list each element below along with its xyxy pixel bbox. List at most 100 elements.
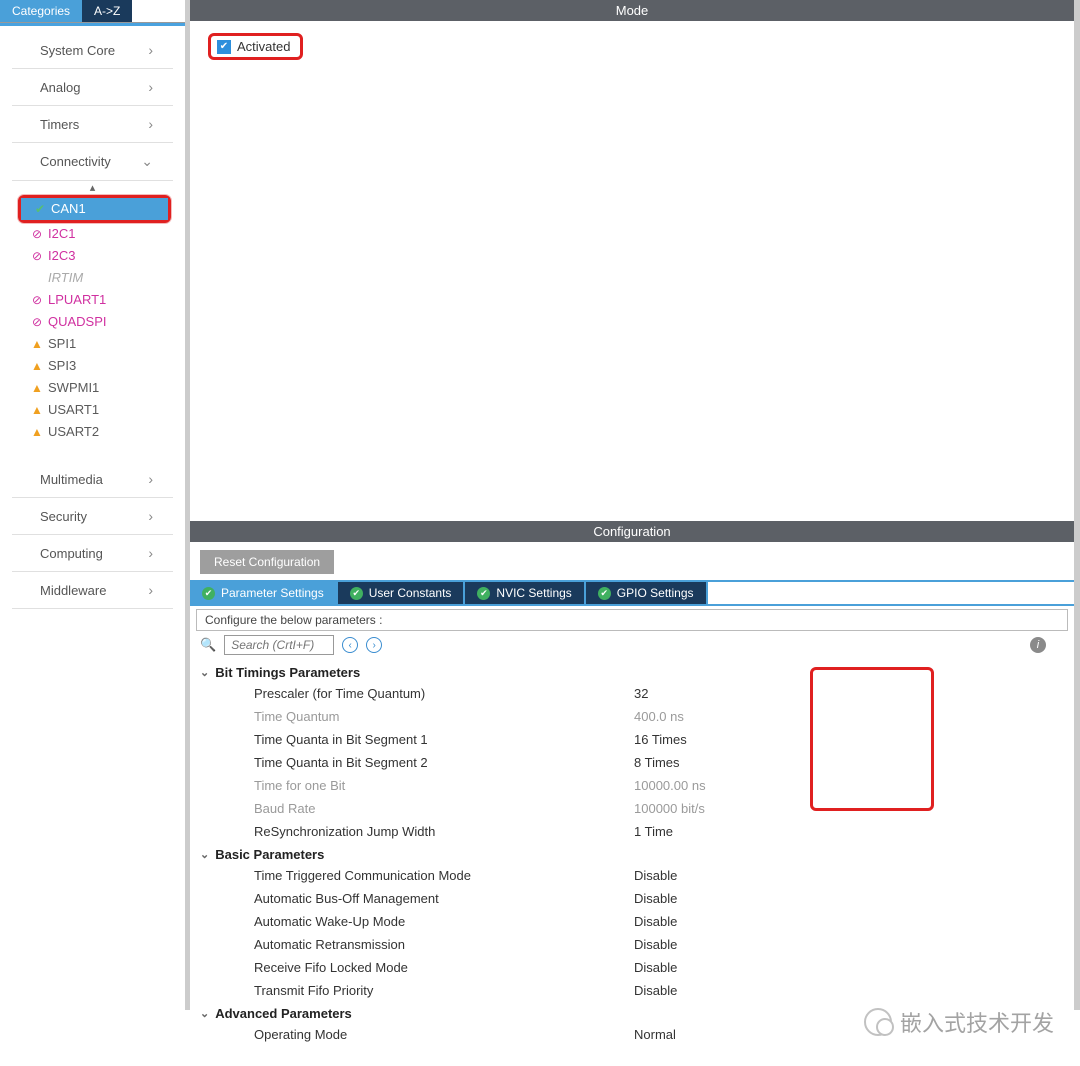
warning-icon: ▲	[30, 379, 44, 397]
param-tqbs2[interactable]: Time Quanta in Bit Segment 2 8 Times	[200, 751, 1064, 774]
warning-icon: ▲	[30, 357, 44, 375]
main-panel: Mode ✔ Activated Configuration Reset Con…	[190, 0, 1074, 1010]
group-title: Basic Parameters	[215, 847, 324, 862]
peripheral-label: SPI3	[48, 357, 76, 375]
peripheral-i2c3[interactable]: ⊘ I2C3	[0, 245, 185, 267]
tab-label: GPIO Settings	[617, 586, 694, 600]
param-prescaler[interactable]: Prescaler (for Time Quantum) 32	[200, 682, 1064, 705]
param-label: Time Quanta in Bit Segment 2	[254, 753, 634, 772]
peripheral-label: USART1	[48, 401, 99, 419]
tab-user-constants[interactable]: ✔ User Constants	[338, 582, 466, 604]
peripheral-lpuart1[interactable]: ⊘ LPUART1	[0, 289, 185, 311]
expand-icon: ⌄	[200, 666, 209, 679]
param-resync[interactable]: ReSynchronization Jump Width 1 Time	[200, 820, 1064, 843]
group-basic[interactable]: ⌄ Basic Parameters	[200, 843, 1064, 864]
forbid-icon: ⊘	[30, 313, 44, 331]
param-label: ReSynchronization Jump Width	[254, 822, 634, 841]
peripheral-label: CAN1	[51, 200, 86, 218]
param-value: Disable	[634, 958, 1064, 977]
check-dot-icon: ✔	[350, 587, 363, 600]
peripheral-irtim[interactable]: IRTIM	[0, 267, 185, 289]
search-icon: 🔍	[200, 637, 216, 653]
search-input[interactable]	[224, 635, 334, 655]
tab-nvic-settings[interactable]: ✔ NVIC Settings	[465, 582, 585, 604]
cat-computing[interactable]: Computing ›	[12, 535, 173, 572]
cat-label: Security	[40, 509, 87, 524]
param-txfp[interactable]: Transmit Fifo Priority Disable	[200, 979, 1064, 1002]
param-label: Time Triggered Communication Mode	[254, 866, 634, 885]
cat-label: Analog	[40, 80, 80, 95]
chevron-right-icon: ›	[148, 545, 153, 561]
peripheral-usart1[interactable]: ▲ USART1	[0, 399, 185, 421]
cat-label: Middleware	[40, 583, 106, 598]
check-dot-icon: ✔	[202, 587, 215, 600]
mode-body: ✔ Activated	[190, 21, 1074, 521]
param-ttcm[interactable]: Time Triggered Communication Mode Disabl…	[200, 864, 1064, 887]
param-value: 32	[634, 684, 1064, 703]
param-value: Normal	[634, 1025, 1064, 1044]
param-label: Prescaler (for Time Quantum)	[254, 684, 634, 703]
chevron-right-icon: ›	[148, 79, 153, 95]
peripheral-spi3[interactable]: ▲ SPI3	[0, 355, 185, 377]
category-list: System Core › Analog › Timers › Connecti…	[0, 26, 185, 609]
cat-middleware[interactable]: Middleware ›	[12, 572, 173, 609]
peripheral-label: USART2	[48, 423, 99, 441]
cat-analog[interactable]: Analog ›	[12, 69, 173, 106]
info-icon[interactable]: i	[1030, 637, 1046, 653]
param-opmode[interactable]: Operating Mode Normal	[200, 1023, 1064, 1046]
peripheral-spi1[interactable]: ▲ SPI1	[0, 333, 185, 355]
highlight-box: ✔ CAN1	[18, 195, 171, 223]
peripheral-usart2[interactable]: ▲ USART2	[0, 421, 185, 443]
param-label: Time Quantum	[254, 707, 634, 726]
param-label: Automatic Retransmission	[254, 935, 634, 954]
cat-multimedia[interactable]: Multimedia ›	[12, 461, 173, 498]
param-rflm[interactable]: Receive Fifo Locked Mode Disable	[200, 956, 1064, 979]
peripheral-label: SPI1	[48, 335, 76, 353]
param-time-quantum: Time Quantum 400.0 ns	[200, 705, 1064, 728]
cat-security[interactable]: Security ›	[12, 498, 173, 535]
peripheral-i2c1[interactable]: ⊘ I2C1	[0, 223, 185, 245]
tab-a-to-z[interactable]: A->Z	[82, 0, 132, 22]
param-label: Operating Mode	[254, 1025, 634, 1044]
param-label: Automatic Wake-Up Mode	[254, 912, 634, 931]
param-value: Disable	[634, 981, 1064, 1000]
group-advanced[interactable]: ⌄ Advanced Parameters	[200, 1002, 1064, 1023]
warning-icon: ▲	[30, 401, 44, 419]
right-scroll-strip[interactable]	[1074, 0, 1080, 1010]
param-label: Automatic Bus-Off Management	[254, 889, 634, 908]
group-bit-timings[interactable]: ⌄ Bit Timings Parameters	[200, 661, 1064, 682]
config-area: Reset Configuration ✔ Parameter Settings…	[190, 542, 1074, 1010]
chevron-right-icon: ›	[148, 508, 153, 524]
peripheral-label: IRTIM	[48, 269, 83, 287]
activated-checkbox[interactable]: ✔	[217, 40, 231, 54]
tab-parameter-settings[interactable]: ✔ Parameter Settings	[190, 582, 338, 604]
chevron-down-icon: ⌄	[141, 153, 153, 170]
scroll-up-icon[interactable]: ▴	[0, 183, 185, 193]
chevron-right-icon: ›	[148, 471, 153, 487]
next-match-button[interactable]: ›	[366, 637, 382, 653]
cat-system-core[interactable]: System Core ›	[12, 32, 173, 69]
cat-connectivity[interactable]: Connectivity ⌄	[12, 143, 173, 181]
param-value: 100000 bit/s	[634, 799, 1064, 818]
param-art[interactable]: Automatic Retransmission Disable	[200, 933, 1064, 956]
param-abom[interactable]: Automatic Bus-Off Management Disable	[200, 887, 1064, 910]
prev-match-button[interactable]: ‹	[342, 637, 358, 653]
tab-label: NVIC Settings	[496, 586, 571, 600]
reset-configuration-button[interactable]: Reset Configuration	[200, 550, 334, 574]
peripheral-swpmi1[interactable]: ▲ SWPMI1	[0, 377, 185, 399]
check-icon: ✔	[33, 200, 47, 218]
param-tqbs1[interactable]: Time Quanta in Bit Segment 1 16 Times	[200, 728, 1064, 751]
tab-categories[interactable]: Categories	[0, 0, 82, 22]
peripheral-can1[interactable]: ✔ CAN1	[21, 198, 168, 220]
param-value: Disable	[634, 912, 1064, 931]
cat-timers[interactable]: Timers ›	[12, 106, 173, 143]
peripheral-quadspi[interactable]: ⊘ QUADSPI	[0, 311, 185, 333]
param-value: Disable	[634, 889, 1064, 908]
param-awum[interactable]: Automatic Wake-Up Mode Disable	[200, 910, 1064, 933]
param-label: Transmit Fifo Priority	[254, 981, 634, 1000]
param-label: Baud Rate	[254, 799, 634, 818]
cat-label: Connectivity	[40, 154, 111, 169]
forbid-icon: ⊘	[30, 291, 44, 309]
tab-gpio-settings[interactable]: ✔ GPIO Settings	[586, 582, 708, 604]
search-row: 🔍 ‹ › i	[190, 631, 1074, 659]
